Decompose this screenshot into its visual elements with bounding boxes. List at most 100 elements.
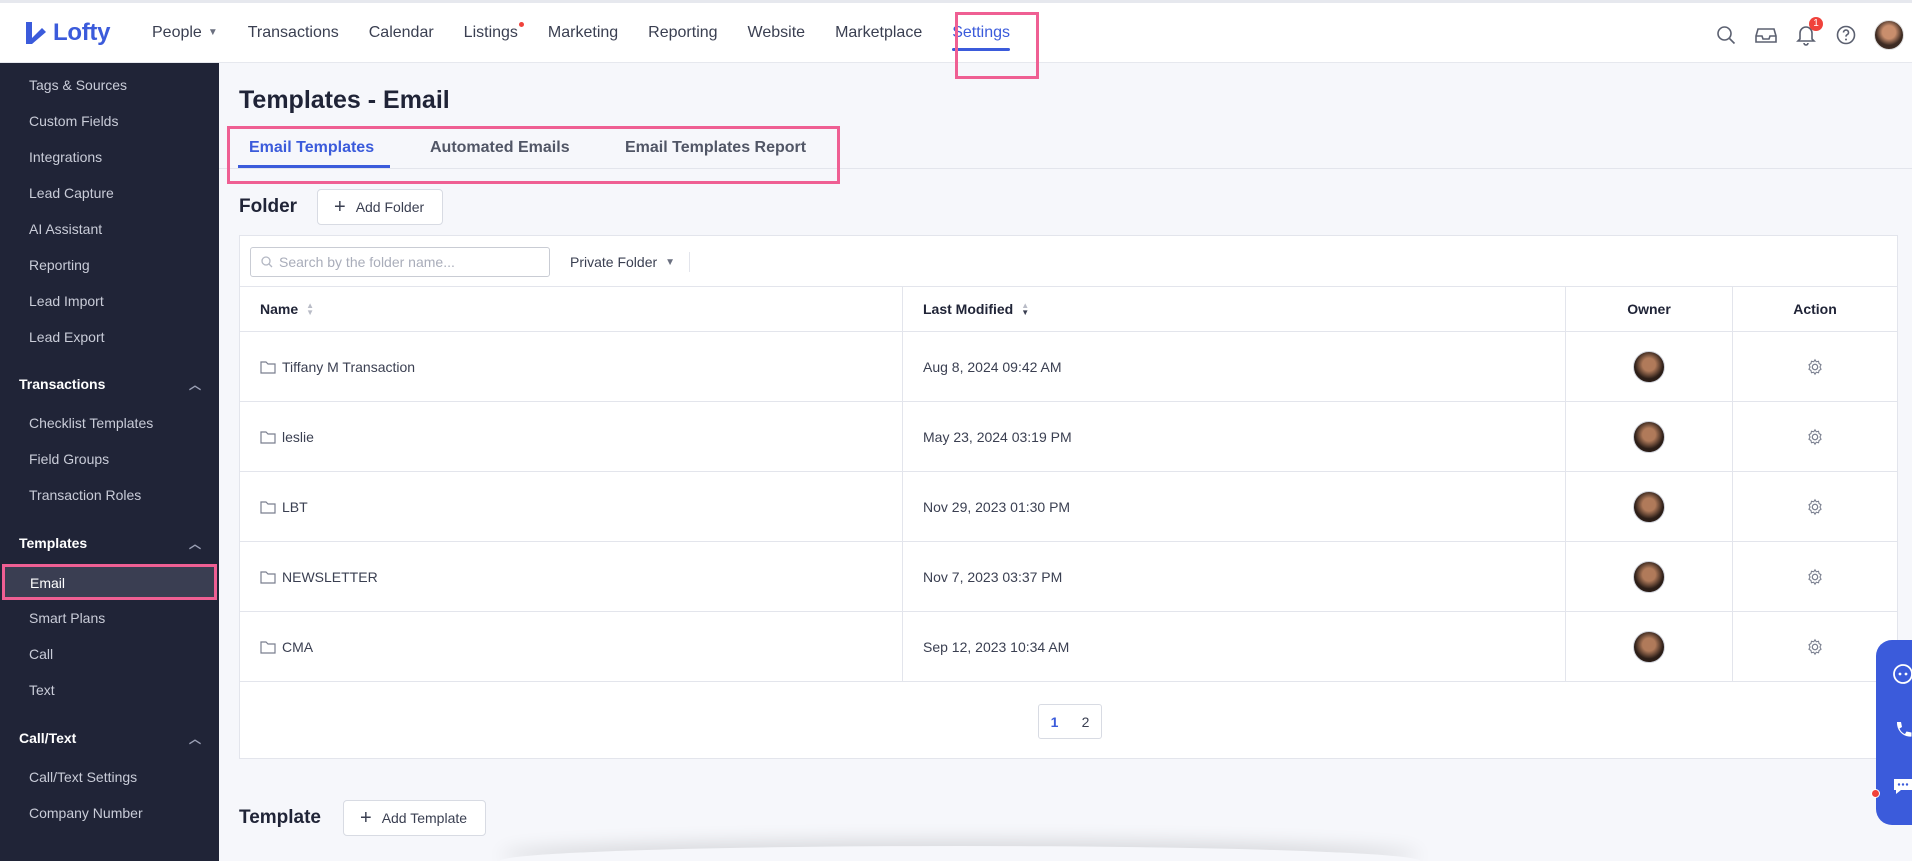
table-row[interactable]: NEWSLETTER Nov 7, 2023 03:37 PM: [240, 542, 1897, 612]
nav-transactions[interactable]: Transactions: [248, 3, 339, 62]
inbox-icon[interactable]: [1754, 23, 1778, 47]
folder-search-box[interactable]: [250, 247, 550, 277]
sidebar-item-email[interactable]: Email: [2, 564, 217, 600]
sidebar-section-transactions[interactable]: Transactions ︿: [19, 376, 201, 393]
page-button-1[interactable]: 1: [1039, 705, 1070, 738]
sort-icon[interactable]: ▲ ▼: [1021, 302, 1029, 317]
folder-name[interactable]: CMA: [282, 639, 313, 655]
sidebar-item-lead-export[interactable]: Lead Export: [29, 329, 105, 345]
gear-icon[interactable]: [1806, 568, 1824, 586]
main-nav: People ▼ Transactions Calendar Listings M…: [152, 3, 1040, 62]
folder-table: Name ▲ ▼ Last Modified ▲ ▼ Owner Action Ti…: [240, 287, 1897, 682]
add-folder-button[interactable]: + Add Folder: [317, 189, 444, 225]
new-indicator-dot: [518, 22, 524, 27]
chevron-up-icon: ︿: [188, 378, 201, 392]
unread-indicator-dot: [1871, 789, 1880, 798]
folder-name[interactable]: Tiffany M Transaction: [282, 359, 415, 375]
folder-name[interactable]: NEWSLETTER: [282, 569, 378, 585]
template-section-title: Template: [239, 807, 322, 828]
table-row[interactable]: Tiffany M Transaction Aug 8, 2024 09:42 …: [240, 332, 1897, 402]
page-button-2[interactable]: 2: [1070, 705, 1101, 738]
nav-people-label: People: [152, 23, 202, 41]
phone-icon[interactable]: [1891, 718, 1912, 742]
message-icon[interactable]: [1891, 774, 1912, 798]
last-modified: May 23, 2024 03:19 PM: [923, 428, 1072, 445]
tabs-highlight-box: [227, 126, 840, 184]
settings-highlight-box: [955, 12, 1039, 79]
top-icon-group: 1: [1714, 3, 1912, 66]
owner-avatar: [1633, 560, 1665, 593]
folder-type-value: Private Folder: [570, 254, 658, 270]
section-title: Call/Text: [19, 730, 77, 746]
sidebar-item-text[interactable]: Text: [29, 682, 55, 698]
sidebar-item-company-number[interactable]: Company Number: [29, 805, 143, 821]
chevron-down-icon: ▼: [207, 27, 218, 38]
sidebar-item-call-text-settings[interactable]: Call/Text Settings: [29, 769, 137, 785]
sidebar-item-call[interactable]: Call: [29, 646, 53, 662]
add-folder-label: Add Folder: [355, 199, 425, 215]
sidebar-section-templates[interactable]: Templates ︿: [19, 535, 201, 552]
folder-name[interactable]: leslie: [282, 429, 314, 445]
column-header-name[interactable]: Name ▲ ▼: [240, 287, 903, 331]
column-header-last-modified[interactable]: Last Modified ▲ ▼: [903, 287, 1566, 331]
user-avatar[interactable]: [1874, 19, 1904, 50]
last-modified: Nov 29, 2023 01:30 PM: [923, 498, 1071, 515]
sidebar-item-transaction-roles[interactable]: Transaction Roles: [29, 487, 141, 503]
folder-search-input[interactable]: [279, 254, 529, 270]
lofty-logo[interactable]: Lofty: [24, 19, 152, 47]
sidebar-item-ai-assistant[interactable]: AI Assistant: [29, 221, 102, 237]
nav-reporting[interactable]: Reporting: [648, 3, 717, 62]
nav-website[interactable]: Website: [748, 3, 806, 62]
nav-marketing[interactable]: Marketing: [548, 3, 618, 62]
table-row[interactable]: leslie May 23, 2024 03:19 PM: [240, 402, 1897, 472]
sidebar-item-reporting[interactable]: Reporting: [29, 257, 90, 273]
folder-icon: [260, 570, 276, 584]
sidebar-item-custom-fields[interactable]: Custom Fields: [29, 113, 118, 129]
sidebar-section-call-text[interactable]: Call/Text ︿: [19, 730, 201, 747]
gear-icon[interactable]: [1806, 358, 1824, 376]
lofty-logo-icon: [26, 21, 46, 44]
table-row[interactable]: LBT Nov 29, 2023 01:30 PM: [240, 472, 1897, 542]
gear-icon[interactable]: [1806, 638, 1824, 656]
column-label: Last Modified: [923, 301, 1014, 317]
sort-icon[interactable]: ▲ ▼: [306, 302, 314, 317]
folder-icon: [260, 360, 276, 374]
gear-icon[interactable]: [1806, 498, 1824, 516]
bell-icon[interactable]: 1: [1794, 16, 1823, 47]
add-template-label: Add Template: [381, 810, 468, 826]
brand-name: Lofty: [53, 18, 111, 46]
table-row[interactable]: CMA Sep 12, 2023 10:34 AM: [240, 612, 1897, 682]
sidebar-item-tags-sources[interactable]: Tags & Sources: [29, 77, 127, 93]
sidebar-item-field-groups[interactable]: Field Groups: [29, 451, 109, 467]
sidebar-item-integrations[interactable]: Integrations: [29, 149, 102, 165]
search-icon: [261, 256, 273, 268]
folder-name[interactable]: LBT: [282, 499, 308, 515]
add-template-button[interactable]: + Add Template: [343, 800, 487, 836]
settings-sidebar: Tags & Sources Custom Fields Integration…: [0, 63, 219, 861]
sidebar-item-lead-import[interactable]: Lead Import: [29, 293, 104, 309]
folder-section-title: Folder: [239, 196, 298, 217]
last-modified: Sep 12, 2023 10:34 AM: [923, 638, 1070, 655]
sidebar-item-email-label: Email: [30, 575, 66, 591]
nav-listings[interactable]: Listings: [464, 3, 524, 62]
folder-table-card: Private Folder ▼ Name ▲▼ Last Modified ▲…: [239, 235, 1898, 759]
nav-calendar[interactable]: Calendar: [369, 3, 434, 62]
notification-badge: 1: [1809, 16, 1823, 31]
floating-contact-widget: [1876, 640, 1912, 825]
chatbot-icon[interactable]: [1891, 662, 1912, 686]
search-icon[interactable]: [1714, 23, 1738, 47]
chevron-up-icon: ︿: [188, 732, 201, 746]
sidebar-item-smart-plans[interactable]: Smart Plans: [29, 610, 105, 626]
pagination: 1 2: [1038, 704, 1102, 739]
gear-icon[interactable]: [1806, 428, 1824, 446]
sidebar-item-lead-capture[interactable]: Lead Capture: [29, 185, 114, 201]
nav-people[interactable]: People ▼: [152, 3, 218, 62]
last-modified: Aug 8, 2024 09:42 AM: [923, 358, 1062, 375]
owner-avatar: [1633, 420, 1665, 453]
chevron-down-icon: ▼: [665, 256, 676, 268]
folder-type-select[interactable]: Private Folder ▼: [570, 252, 691, 272]
sidebar-item-checklist-templates[interactable]: Checklist Templates: [29, 415, 153, 431]
help-icon[interactable]: [1834, 23, 1858, 47]
column-header-owner: Owner: [1566, 287, 1733, 331]
nav-marketplace[interactable]: Marketplace: [835, 3, 922, 62]
